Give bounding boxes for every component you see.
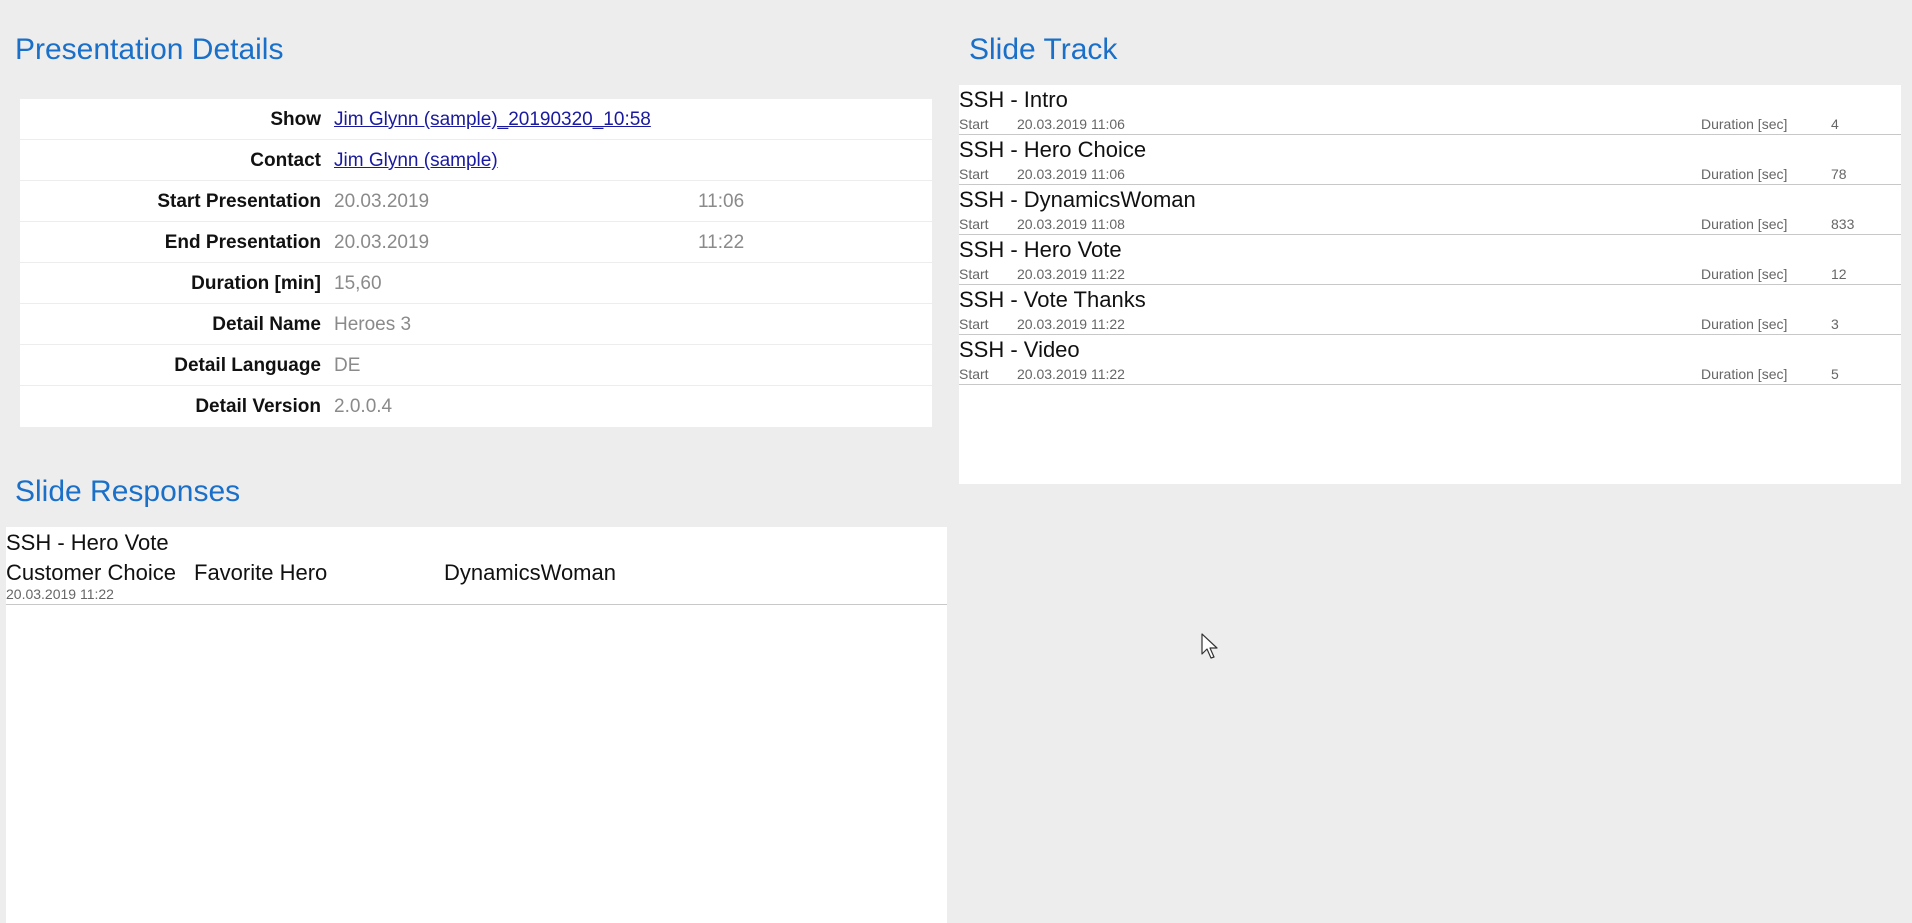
track-start-value: 20.03.2019 11:22 xyxy=(1017,316,1125,332)
slide-track-title: Slide Track xyxy=(969,33,1118,66)
detail-value: 15,60 xyxy=(334,273,382,294)
slide-track-list[interactable]: SSH - Intro Start 20.03.2019 11:06 Duration… xyxy=(959,85,1901,484)
detail-row: Detail Language DE xyxy=(20,345,932,386)
track-start-label: Start xyxy=(959,316,989,332)
response-question: Favorite Hero xyxy=(194,560,328,585)
track-duration-value: 5 xyxy=(1831,366,1839,382)
detail-row: Contact Jim Glynn (sample) xyxy=(20,140,932,181)
track-duration-label: Duration [sec] xyxy=(1701,266,1788,282)
detail-label: Show xyxy=(270,109,321,130)
detail-time: 11:22 xyxy=(698,232,745,253)
detail-label: Detail Version xyxy=(195,396,321,417)
detail-label: Duration [min] xyxy=(191,273,321,294)
track-start-label: Start xyxy=(959,266,989,282)
detail-value: Heroes 3 xyxy=(334,314,412,335)
detail-value: 20.03.2019 xyxy=(334,232,430,253)
track-start-label: Start xyxy=(959,366,989,382)
detail-value: 2.0.0.4 xyxy=(334,396,393,417)
detail-value: 20.03.2019 xyxy=(334,191,430,212)
track-duration-label: Duration [sec] xyxy=(1701,116,1788,132)
detail-row: Detail Version 2.0.0.4 xyxy=(20,386,932,427)
detail-row: Detail Name Heroes 3 xyxy=(20,304,932,345)
track-item-name: SSH - Hero Vote xyxy=(959,237,1122,262)
track-duration-label: Duration [sec] xyxy=(1701,166,1788,182)
detail-link[interactable]: Jim Glynn (sample) xyxy=(334,140,498,181)
track-start-value: 20.03.2019 11:08 xyxy=(1017,216,1125,232)
detail-row: Duration [min] 15,60 xyxy=(20,263,932,304)
track-duration-value: 3 xyxy=(1831,316,1839,332)
presentation-details-panel: Show Jim Glynn (sample)_20190320_10:58 Con… xyxy=(20,99,932,427)
detail-label: Detail Name xyxy=(212,314,321,335)
track-duration-value: 78 xyxy=(1831,166,1847,182)
track-item[interactable]: SSH - Hero Choice Start 20.03.2019 11:06 Du… xyxy=(959,135,1901,185)
detail-label: Detail Language xyxy=(174,355,321,376)
track-duration-value: 4 xyxy=(1831,116,1839,132)
track-item[interactable]: SSH - Vote Thanks Start 20.03.2019 11:22 Du… xyxy=(959,285,1901,335)
detail-row: End Presentation 20.03.2019 11:22 xyxy=(20,222,932,263)
track-item-name: SSH - Video xyxy=(959,337,1080,362)
detail-label: End Presentation xyxy=(164,232,321,253)
track-duration-value: 12 xyxy=(1831,266,1847,282)
track-item[interactable]: SSH - Video Start 20.03.2019 11:22 Duration… xyxy=(959,335,1901,385)
track-item-name: SSH - DynamicsWoman xyxy=(959,187,1196,212)
track-item[interactable]: SSH - Hero Vote Start 20.03.2019 11:22 Dura… xyxy=(959,235,1901,285)
track-start-value: 20.03.2019 11:06 xyxy=(1017,166,1125,182)
track-duration-value: 833 xyxy=(1831,216,1855,232)
track-duration-label: Duration [sec] xyxy=(1701,316,1788,332)
track-item[interactable]: SSH - Intro Start 20.03.2019 11:06 Duration… xyxy=(959,85,1901,135)
track-duration-label: Duration [sec] xyxy=(1701,216,1788,232)
detail-value: DE xyxy=(334,355,361,376)
track-item-name: SSH - Intro xyxy=(959,87,1068,112)
track-start-value: 20.03.2019 11:22 xyxy=(1017,366,1125,382)
response-type: Customer Choice xyxy=(6,560,176,585)
track-duration-label: Duration [sec] xyxy=(1701,366,1788,382)
detail-row: Start Presentation 20.03.2019 11:06 xyxy=(20,181,932,222)
track-item[interactable]: SSH - DynamicsWoman Start 20.03.2019 11:08… xyxy=(959,185,1901,235)
response-answer: DynamicsWoman xyxy=(444,560,616,585)
track-start-label: Start xyxy=(959,216,989,232)
slide-responses-list[interactable]: SSH - Hero Vote Customer Choice Favorite H… xyxy=(6,527,947,923)
track-start-label: Start xyxy=(959,166,989,182)
detail-label: Start Presentation xyxy=(157,191,321,212)
detail-row: Show Jim Glynn (sample)_20190320_10:58 xyxy=(20,99,932,140)
response-slide-name: SSH - Hero Vote xyxy=(6,530,169,555)
presentation-details-title: Presentation Details xyxy=(15,33,284,66)
detail-label: Contact xyxy=(250,150,321,171)
detail-time: 11:06 xyxy=(698,191,745,212)
track-start-label: Start xyxy=(959,116,989,132)
detail-link[interactable]: Jim Glynn (sample)_20190320_10:58 xyxy=(334,99,651,140)
response-date: 20.03.2019 11:22 xyxy=(6,586,114,602)
track-item-name: SSH - Hero Choice xyxy=(959,137,1147,162)
track-start-value: 20.03.2019 11:06 xyxy=(1017,116,1125,132)
track-start-value: 20.03.2019 11:22 xyxy=(1017,266,1125,282)
slide-responses-title: Slide Responses xyxy=(15,475,241,508)
track-item-name: SSH - Vote Thanks xyxy=(959,287,1146,312)
mouse-pointer-icon xyxy=(1201,633,1218,659)
response-item[interactable]: SSH - Hero Vote Customer Choice Favorite H… xyxy=(6,527,947,605)
